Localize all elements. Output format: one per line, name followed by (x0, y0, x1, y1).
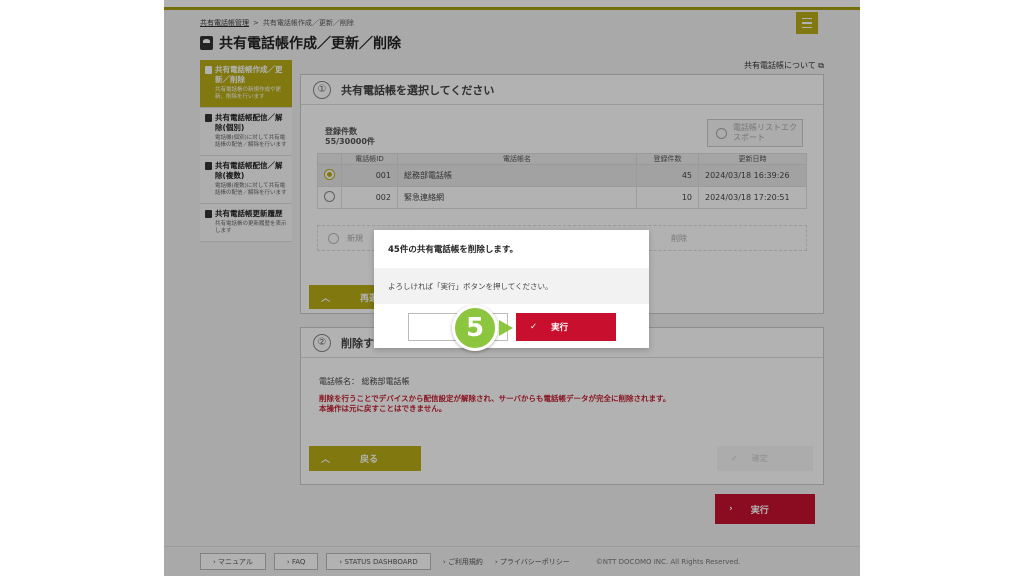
dialog-execute-label: 実行 (551, 323, 569, 333)
dialog-message: よろしければ「実行」ボタンを押してください。 (374, 268, 649, 304)
app-window: 共有電話帳管理 > 共有電話帳作成／更新／削除 共有電話帳作成／更新／削除 共有電話… (164, 0, 860, 576)
screen-frame: 共有電話帳管理 > 共有電話帳作成／更新／削除 共有電話帳作成／更新／削除 共有電話… (0, 0, 1024, 576)
dialog-title: 45件の共有電話帳を削除します。 (388, 245, 518, 255)
check-icon: ✓ (530, 322, 538, 332)
step-marker: 5 (452, 305, 498, 351)
dialog-execute-button[interactable]: ✓ 実行 (516, 313, 616, 341)
step-marker-arrow (499, 320, 513, 336)
